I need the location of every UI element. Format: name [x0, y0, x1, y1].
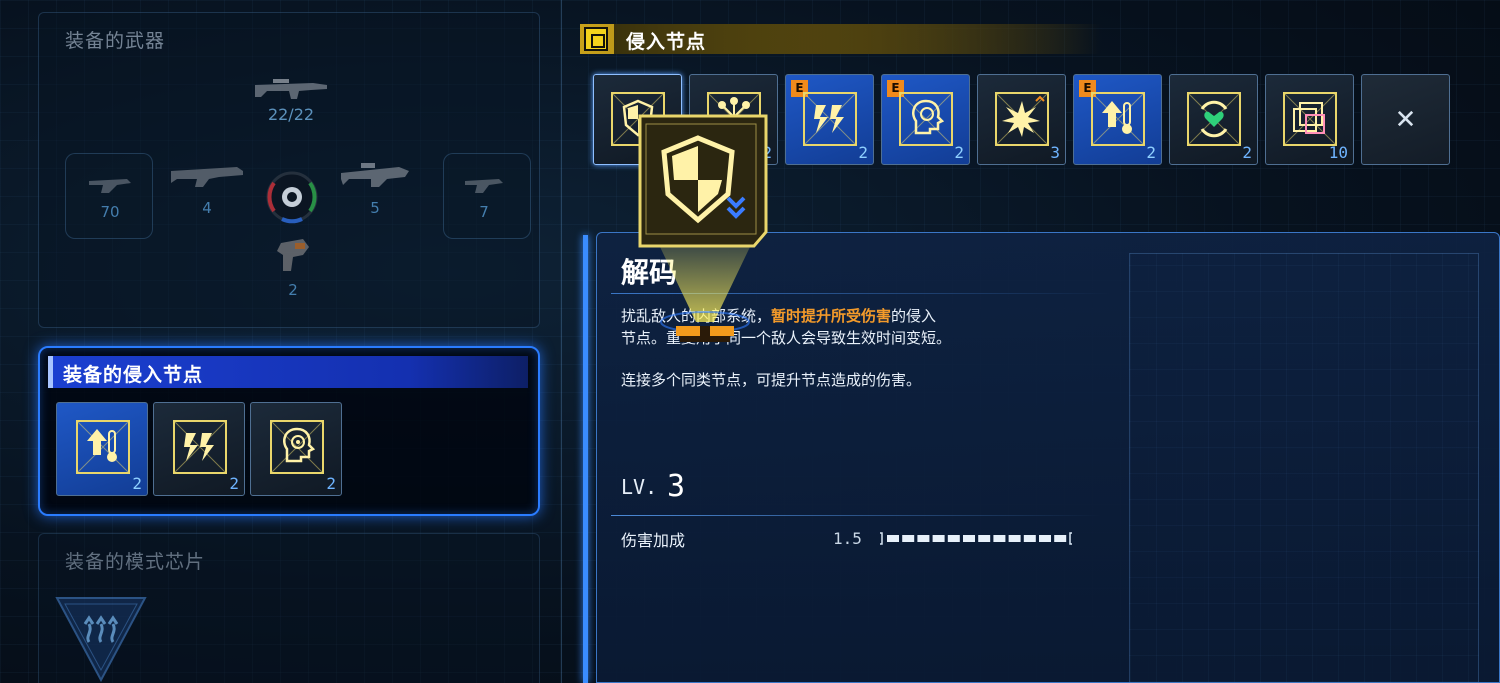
mind-icon: [270, 420, 324, 474]
node-description-extra: 连接多个同类节点，可提升节点造成的伤害。: [621, 371, 922, 389]
lightning-icon: [173, 420, 227, 474]
shotgun-icon: [171, 167, 243, 187]
weapon-mid-right[interactable]: 5: [335, 159, 415, 217]
burst-icon: [995, 92, 1049, 146]
node-slot-mind[interactable]: E 2: [881, 74, 970, 165]
lightning-icon: [803, 92, 857, 146]
mind-icon: [899, 92, 953, 146]
bar-segment: [1039, 535, 1051, 542]
grenade-launcher-icon: [277, 239, 309, 271]
bar-segment: [932, 535, 945, 542]
equipped-modules-title: 装备的模式芯片: [65, 551, 206, 573]
hologram-shield-card: [638, 114, 768, 248]
bar-segment: [1008, 535, 1021, 542]
chip-icon: [584, 27, 608, 51]
damage-bonus-bar: [880, 532, 1072, 545]
weapon-count: 7: [479, 203, 489, 221]
weapon-far-right[interactable]: 7: [449, 175, 519, 221]
node-level: 10: [1328, 143, 1348, 162]
node-level: 3: [1050, 143, 1060, 162]
node-slot-burst[interactable]: 3: [977, 74, 1066, 165]
detail-panel-accent: [583, 235, 588, 683]
bar-segment: [902, 535, 915, 542]
weapon-far-left[interactable]: 70: [75, 175, 145, 221]
bar-segment: [947, 535, 960, 542]
node-slot-heat[interactable]: E 2: [1073, 74, 1162, 165]
weapon-selector-reticle: [266, 171, 318, 224]
bar-segment: [963, 535, 975, 542]
level-label: LV.: [621, 475, 658, 499]
node-level: 2: [229, 474, 239, 493]
hack-nodes-banner: 侵入节点: [580, 24, 1104, 54]
equipped-hack-nodes-panel[interactable]: 装备的侵入节点 2 2 2: [38, 346, 540, 516]
ammo-count: 22/22: [267, 105, 315, 124]
weapon-count: 4: [202, 199, 212, 217]
node-slot-lightning[interactable]: E 2: [785, 74, 874, 165]
module-chip-icon[interactable]: [55, 596, 147, 682]
damage-bonus-value: 1.5: [833, 529, 862, 548]
node-level: 2: [954, 143, 964, 162]
pistol-icon: [89, 179, 131, 193]
equipped-node-heat[interactable]: 2: [56, 402, 148, 496]
weapon-count: 5: [370, 199, 380, 217]
heat-icon: [1091, 92, 1145, 146]
node-slot-heal[interactable]: 2: [1169, 74, 1258, 165]
assault-rifle-icon: [341, 163, 409, 187]
level-underline: [611, 515, 1101, 516]
heal-icon: [1187, 92, 1241, 146]
hack-nodes-banner-title: 侵入节点: [614, 24, 1104, 54]
equipped-node-mind[interactable]: 2: [250, 402, 342, 496]
bar-segment: [1023, 535, 1036, 542]
layers-icon: [1283, 92, 1337, 146]
weapon-top[interactable]: 22/22: [251, 75, 331, 124]
bar-segment: [993, 535, 1006, 542]
damage-bonus-label: 伤害加成: [621, 531, 686, 550]
weapon-mid-left[interactable]: 4: [167, 159, 247, 217]
node-level: 2: [1146, 143, 1156, 162]
description-highlight: 暂时提升所受伤害: [771, 307, 892, 325]
equipped-weapons-panel[interactable]: 装备的武器 22/22 70 4 5 7 2: [38, 12, 540, 328]
node-level: 2: [326, 474, 336, 493]
smg-icon: [465, 179, 503, 193]
description-part: 的侵入: [891, 307, 937, 325]
node-level: 2: [1242, 143, 1252, 162]
equipped-node-lightning[interactable]: 2: [153, 402, 245, 496]
heat-icon: [76, 420, 130, 474]
level-value: 3: [667, 469, 686, 504]
node-preview-frame: [1129, 253, 1479, 683]
node-level: 2: [858, 143, 868, 162]
bar-segment: [1054, 535, 1067, 542]
node-level: 2: [132, 474, 142, 493]
rifle-icon: [255, 79, 327, 99]
equipped-hack-nodes-title: 装备的侵入节点: [48, 356, 528, 388]
weapon-count: 2: [288, 281, 298, 299]
bar-segment: [887, 535, 899, 542]
weapon-bottom[interactable]: 2: [265, 237, 321, 299]
equipped-modules-panel[interactable]: 装备的模式芯片: [38, 533, 540, 683]
column-divider: [561, 0, 562, 683]
bar-segment: [917, 535, 930, 542]
node-slot-layers[interactable]: 10: [1265, 74, 1354, 165]
bar-segment: [978, 535, 991, 542]
empty-slot-close-button[interactable]: ✕: [1361, 74, 1450, 165]
equipped-weapons-title: 装备的武器: [65, 30, 166, 52]
close-icon: ✕: [1394, 105, 1417, 135]
weapon-count: 70: [100, 203, 120, 221]
